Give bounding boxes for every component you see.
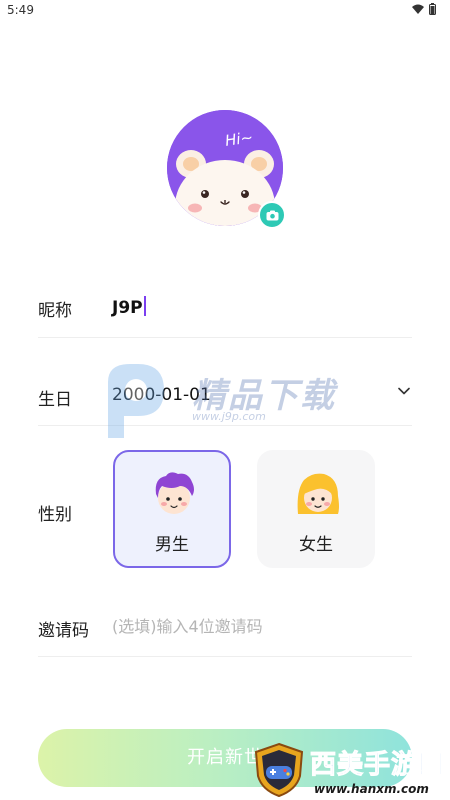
nickname-row[interactable]: 昵称 J9P xyxy=(38,280,412,338)
p-logo-icon xyxy=(108,364,164,438)
corner-watermark: 西美手游网 www.hanxm.com xyxy=(252,740,450,800)
nickname-label: 昵称 xyxy=(38,301,72,321)
gender-option-female[interactable]: 女生 xyxy=(257,450,375,568)
avatar-picker[interactable]: Hi~ xyxy=(167,110,286,229)
chevron-down-icon[interactable] xyxy=(398,387,410,395)
avatar-greeting: Hi~ xyxy=(223,128,255,150)
gender-label: 性别 xyxy=(38,505,72,525)
text-caret xyxy=(143,296,146,316)
gender-option-male[interactable]: 男生 xyxy=(113,450,231,568)
wifi-icon xyxy=(412,4,424,14)
status-time: 5:49 xyxy=(7,3,34,17)
status-bar: 5:49 xyxy=(0,0,450,22)
camera-icon[interactable] xyxy=(258,201,286,229)
status-icons xyxy=(412,3,436,15)
invite-code-input[interactable] xyxy=(112,612,402,640)
nickname-value: J9P xyxy=(112,298,143,318)
boy-face-icon xyxy=(155,472,194,514)
birthday-label: 生日 xyxy=(38,390,72,410)
gamepad-shield-icon xyxy=(254,742,304,798)
girl-face-icon xyxy=(297,473,339,514)
invite-code-row[interactable]: 邀请码 xyxy=(38,600,412,657)
invite-code-label: 邀请码 xyxy=(38,621,89,641)
nickname-input[interactable]: J9P xyxy=(112,296,146,318)
gender-female-label: 女生 xyxy=(299,535,333,555)
watermark-logo: 精品下载 www.j9p.com xyxy=(100,360,360,440)
watermark-url: www.j9p.com xyxy=(192,410,266,423)
gender-male-label: 男生 xyxy=(155,535,189,555)
battery-icon xyxy=(429,3,436,15)
corner-watermark-url: www.hanxm.com xyxy=(314,782,429,796)
corner-watermark-text: 西美手游网 xyxy=(309,750,446,781)
